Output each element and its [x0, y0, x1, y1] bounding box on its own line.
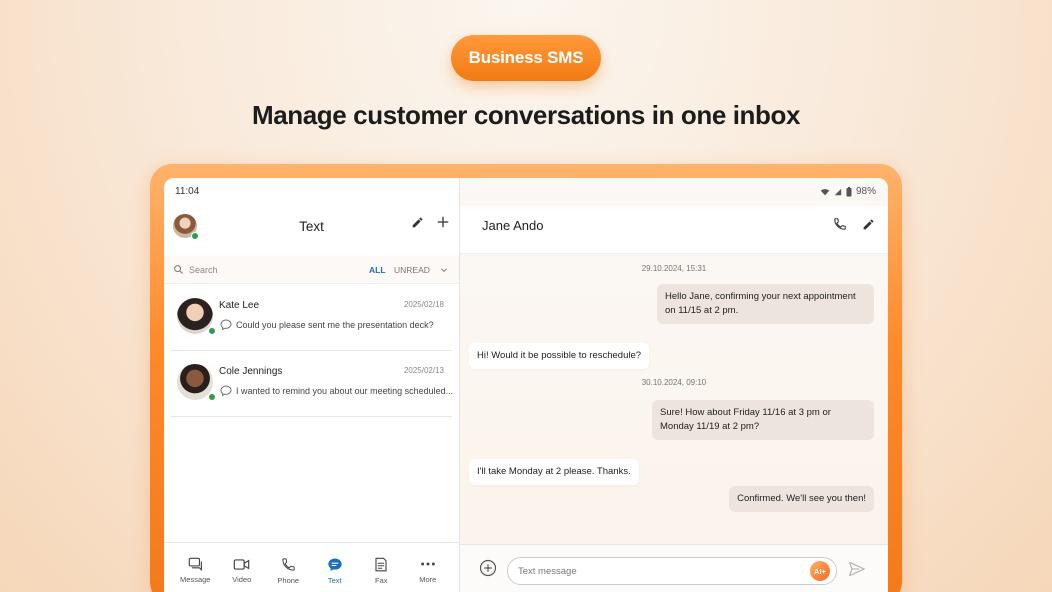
nav-label: More	[419, 575, 437, 584]
app-screen: 11:04 Text Search ALL UNREAD Kate Lee 20…	[164, 178, 888, 592]
text-bubble-icon	[328, 558, 342, 571]
online-status-icon	[208, 393, 216, 401]
search-input[interactable]: Search	[189, 265, 218, 275]
incoming-message: Hi! Would it be possible to reschedule?	[469, 343, 650, 369]
outgoing-message: Sure! How about Friday 11/16 at 3 pm or …	[652, 400, 874, 440]
status-icons: 98%	[820, 186, 876, 197]
wifi-icon	[820, 188, 830, 195]
contact-name: Kate Lee	[219, 300, 260, 311]
conversation-list-pane: 11:04 Text Search ALL UNREAD Kate Lee 20…	[164, 178, 460, 592]
chevron-down-icon[interactable]	[440, 266, 448, 274]
message-icon	[188, 557, 203, 571]
outgoing-message: Hello Jane, confirming your next appoint…	[657, 284, 874, 324]
search-icon	[174, 265, 183, 274]
page-headline: Manage customer conversations in one inb…	[251, 100, 801, 130]
message-bubble-icon	[220, 319, 232, 330]
conversation-item[interactable]: Cole Jennings 2025/02/13 I wanted to rem…	[171, 353, 454, 417]
filter-unread-tab[interactable]: UNREAD	[394, 265, 430, 275]
contact-avatar	[177, 364, 216, 401]
conversation-date: 2025/02/13	[403, 366, 444, 375]
contact-avatar	[177, 298, 216, 335]
video-icon	[233, 558, 250, 570]
online-status-icon	[208, 327, 216, 335]
phone-icon	[282, 557, 295, 571]
message-input[interactable]: Text message	[507, 557, 837, 585]
message-timestamp: 30.10.2024, 09:10	[641, 378, 707, 387]
battery-percent: 98%	[855, 186, 876, 197]
message-composer: Text message AI+	[460, 544, 888, 592]
compose-icon[interactable]	[409, 214, 425, 230]
outgoing-message: Confirmed. We'll see you then!	[729, 486, 874, 512]
conversation-item[interactable]: Kate Lee 2025/02/18 Could you please sen…	[171, 287, 452, 351]
nav-label: Phone	[277, 575, 300, 585]
chat-contact-name: Jane Ando	[482, 218, 544, 233]
message-bubble-icon	[220, 385, 232, 396]
search-bar[interactable]: Search ALL UNREAD	[164, 256, 459, 284]
message-timestamp: 29.10.2024, 15:31	[641, 264, 707, 273]
nav-label: Text	[327, 575, 342, 585]
nav-label: Fax	[374, 575, 388, 585]
nav-video[interactable]: Video	[220, 558, 264, 584]
nav-fax[interactable]: Fax	[359, 557, 403, 585]
incoming-message: I'll take Monday at 2 please. Thanks.	[469, 459, 639, 485]
call-icon[interactable]	[832, 216, 848, 232]
send-icon[interactable]	[848, 561, 866, 582]
nav-more[interactable]: More	[406, 557, 450, 584]
business-sms-badge: Business SMS	[451, 35, 601, 81]
nav-phone[interactable]: Phone	[266, 557, 310, 585]
contact-name: Cole Jennings	[219, 366, 283, 377]
nav-label: Message	[180, 575, 211, 584]
nav-label: Video	[232, 574, 252, 584]
fax-icon	[375, 557, 387, 571]
status-time: 11:04	[175, 186, 200, 197]
message-preview: Could you please sent me the presentatio…	[236, 320, 434, 330]
nav-text[interactable]: Text	[313, 557, 357, 585]
chat-pane: 98% Jane Ando 29.10.2024, 15:31 Hello Ja…	[460, 178, 888, 592]
add-icon[interactable]	[435, 214, 451, 230]
signal-icon	[834, 188, 842, 195]
more-icon	[420, 562, 435, 566]
chat-header: Jane Ando	[460, 206, 888, 254]
edit-icon[interactable]	[860, 216, 876, 232]
message-preview: I wanted to remind you about our meeting…	[236, 386, 454, 396]
battery-icon	[846, 186, 852, 196]
conversation-date: 2025/02/18	[403, 300, 444, 309]
bottom-navigation: Message Video Phone Text Fax More	[164, 542, 459, 592]
filter-all-tab[interactable]: ALL	[369, 265, 386, 275]
attach-add-icon[interactable]	[479, 559, 497, 582]
ai-assist-button[interactable]: AI+	[810, 561, 830, 581]
list-header: Text	[164, 206, 459, 254]
nav-message[interactable]: Message	[173, 557, 217, 584]
